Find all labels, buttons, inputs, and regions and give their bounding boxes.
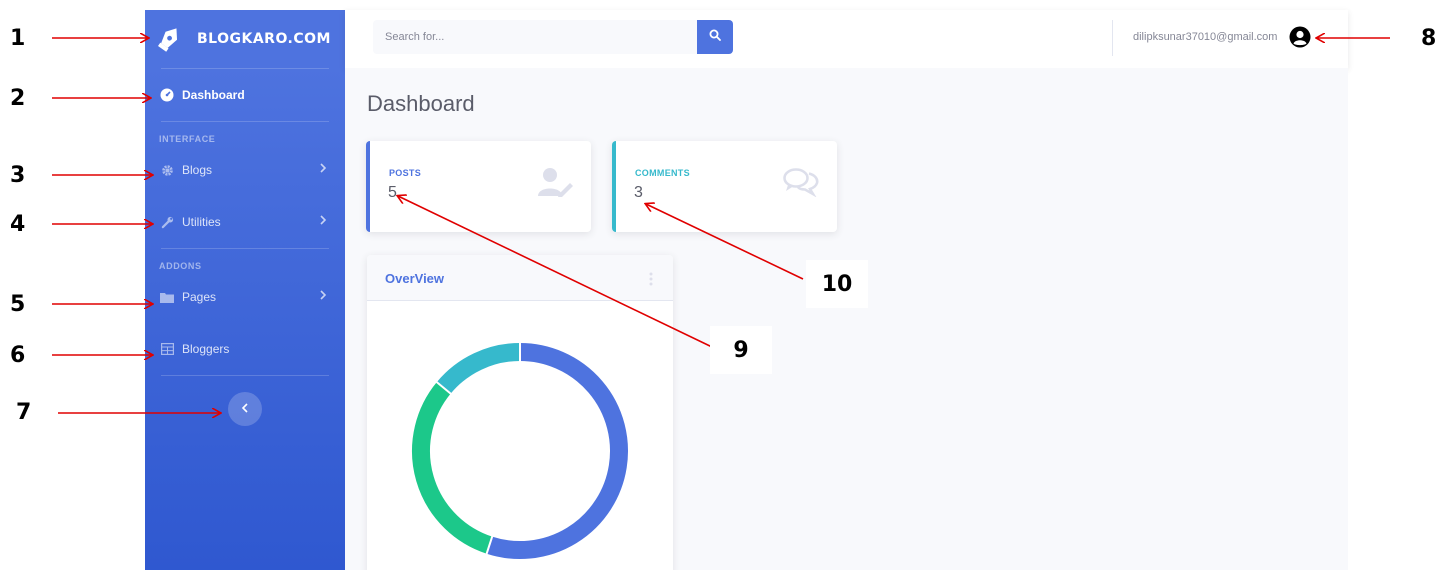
sidebar-brand[interactable]: BLOGKARO.COM xyxy=(145,10,345,68)
sidebar-item-label: Pages xyxy=(182,290,217,304)
sidebar-heading-interface: INTERFACE xyxy=(159,134,216,144)
sidebar-item-label: Dashboard xyxy=(182,88,245,102)
donut-slice-2 xyxy=(412,382,493,554)
donut-slice-3 xyxy=(436,343,521,394)
sidebar-item-label: Utilities xyxy=(182,215,221,229)
annotation-label-7: 7 xyxy=(16,400,32,425)
search-button[interactable] xyxy=(697,20,733,54)
search-input[interactable] xyxy=(373,20,697,54)
annotation-label-3: 3 xyxy=(10,163,26,188)
sidebar-item-bloggers[interactable]: Bloggers xyxy=(145,323,345,375)
overview-card-header: OverView xyxy=(367,255,673,301)
user-circle-icon[interactable] xyxy=(1289,26,1311,48)
comments-label: COMMENTS xyxy=(635,168,690,178)
overview-donut-chart xyxy=(412,342,628,559)
chevron-right-icon xyxy=(319,289,327,303)
overview-card: OverView xyxy=(367,255,673,570)
comments-icon xyxy=(783,167,819,202)
page-title: Dashboard xyxy=(367,91,475,116)
annotation-label-4: 4 xyxy=(10,212,26,237)
user-email[interactable]: dilipksunar37010@gmail.com xyxy=(1133,31,1277,43)
annotation-label-6: 6 xyxy=(10,343,26,368)
sidebar: BLOGKARO.COM Dashboard INTERFACE Blogs U… xyxy=(145,10,345,570)
wrench-icon xyxy=(159,214,175,230)
search-icon xyxy=(709,28,721,46)
annotation-label-8: 8 xyxy=(1421,26,1437,51)
annotated-screenshot: BLOGKARO.COM Dashboard INTERFACE Blogs U… xyxy=(0,0,1454,570)
main-content: Dashboard POSTS 5 COMMENTS 3 OverView xyxy=(345,68,1348,570)
folder-icon xyxy=(159,289,175,305)
sidebar-toggle-wrap xyxy=(145,392,345,426)
posts-card[interactable]: POSTS 5 xyxy=(366,141,591,232)
annotation-label-10: 10 xyxy=(806,260,868,308)
annotation-label-9: 9 xyxy=(710,326,772,374)
posts-label: POSTS xyxy=(389,168,422,178)
annotation-label-1: 1 xyxy=(10,26,26,51)
sidebar-heading-addons: ADDONS xyxy=(159,261,202,271)
table-icon xyxy=(159,341,175,357)
topbar-divider xyxy=(1112,20,1113,56)
cog-icon xyxy=(159,162,175,178)
chevron-right-icon xyxy=(319,162,327,176)
donut-slice-1 xyxy=(486,343,628,559)
annotation-label-5: 5 xyxy=(10,292,26,317)
sidebar-item-label: Blogs xyxy=(182,163,213,177)
chevron-right-icon xyxy=(319,214,327,228)
comments-card[interactable]: COMMENTS 3 xyxy=(612,141,837,232)
overview-title: OverView xyxy=(385,271,445,286)
sidebar-item-label: Bloggers xyxy=(182,342,230,356)
ellipsis-vertical-icon[interactable] xyxy=(649,272,653,291)
sidebar-toggle-button[interactable] xyxy=(228,392,262,426)
tachometer-icon xyxy=(159,87,175,103)
sidebar-divider xyxy=(161,375,329,376)
posts-count: 5 xyxy=(388,184,397,201)
comments-count: 3 xyxy=(634,184,643,201)
sidebar-item-dashboard[interactable]: Dashboard xyxy=(145,69,345,121)
user-edit-icon xyxy=(537,167,573,202)
sidebar-item-pages[interactable]: Pages xyxy=(145,271,345,323)
topbar: dilipksunar37010@gmail.com xyxy=(345,10,1348,68)
brand-name: BLOGKARO.COM xyxy=(197,31,331,47)
pen-nib-icon xyxy=(153,23,185,55)
chevron-left-icon xyxy=(241,400,249,418)
annotation-label-2: 2 xyxy=(10,86,26,111)
sidebar-item-blogs[interactable]: Blogs xyxy=(145,144,345,196)
sidebar-item-utilities[interactable]: Utilities xyxy=(145,196,345,248)
